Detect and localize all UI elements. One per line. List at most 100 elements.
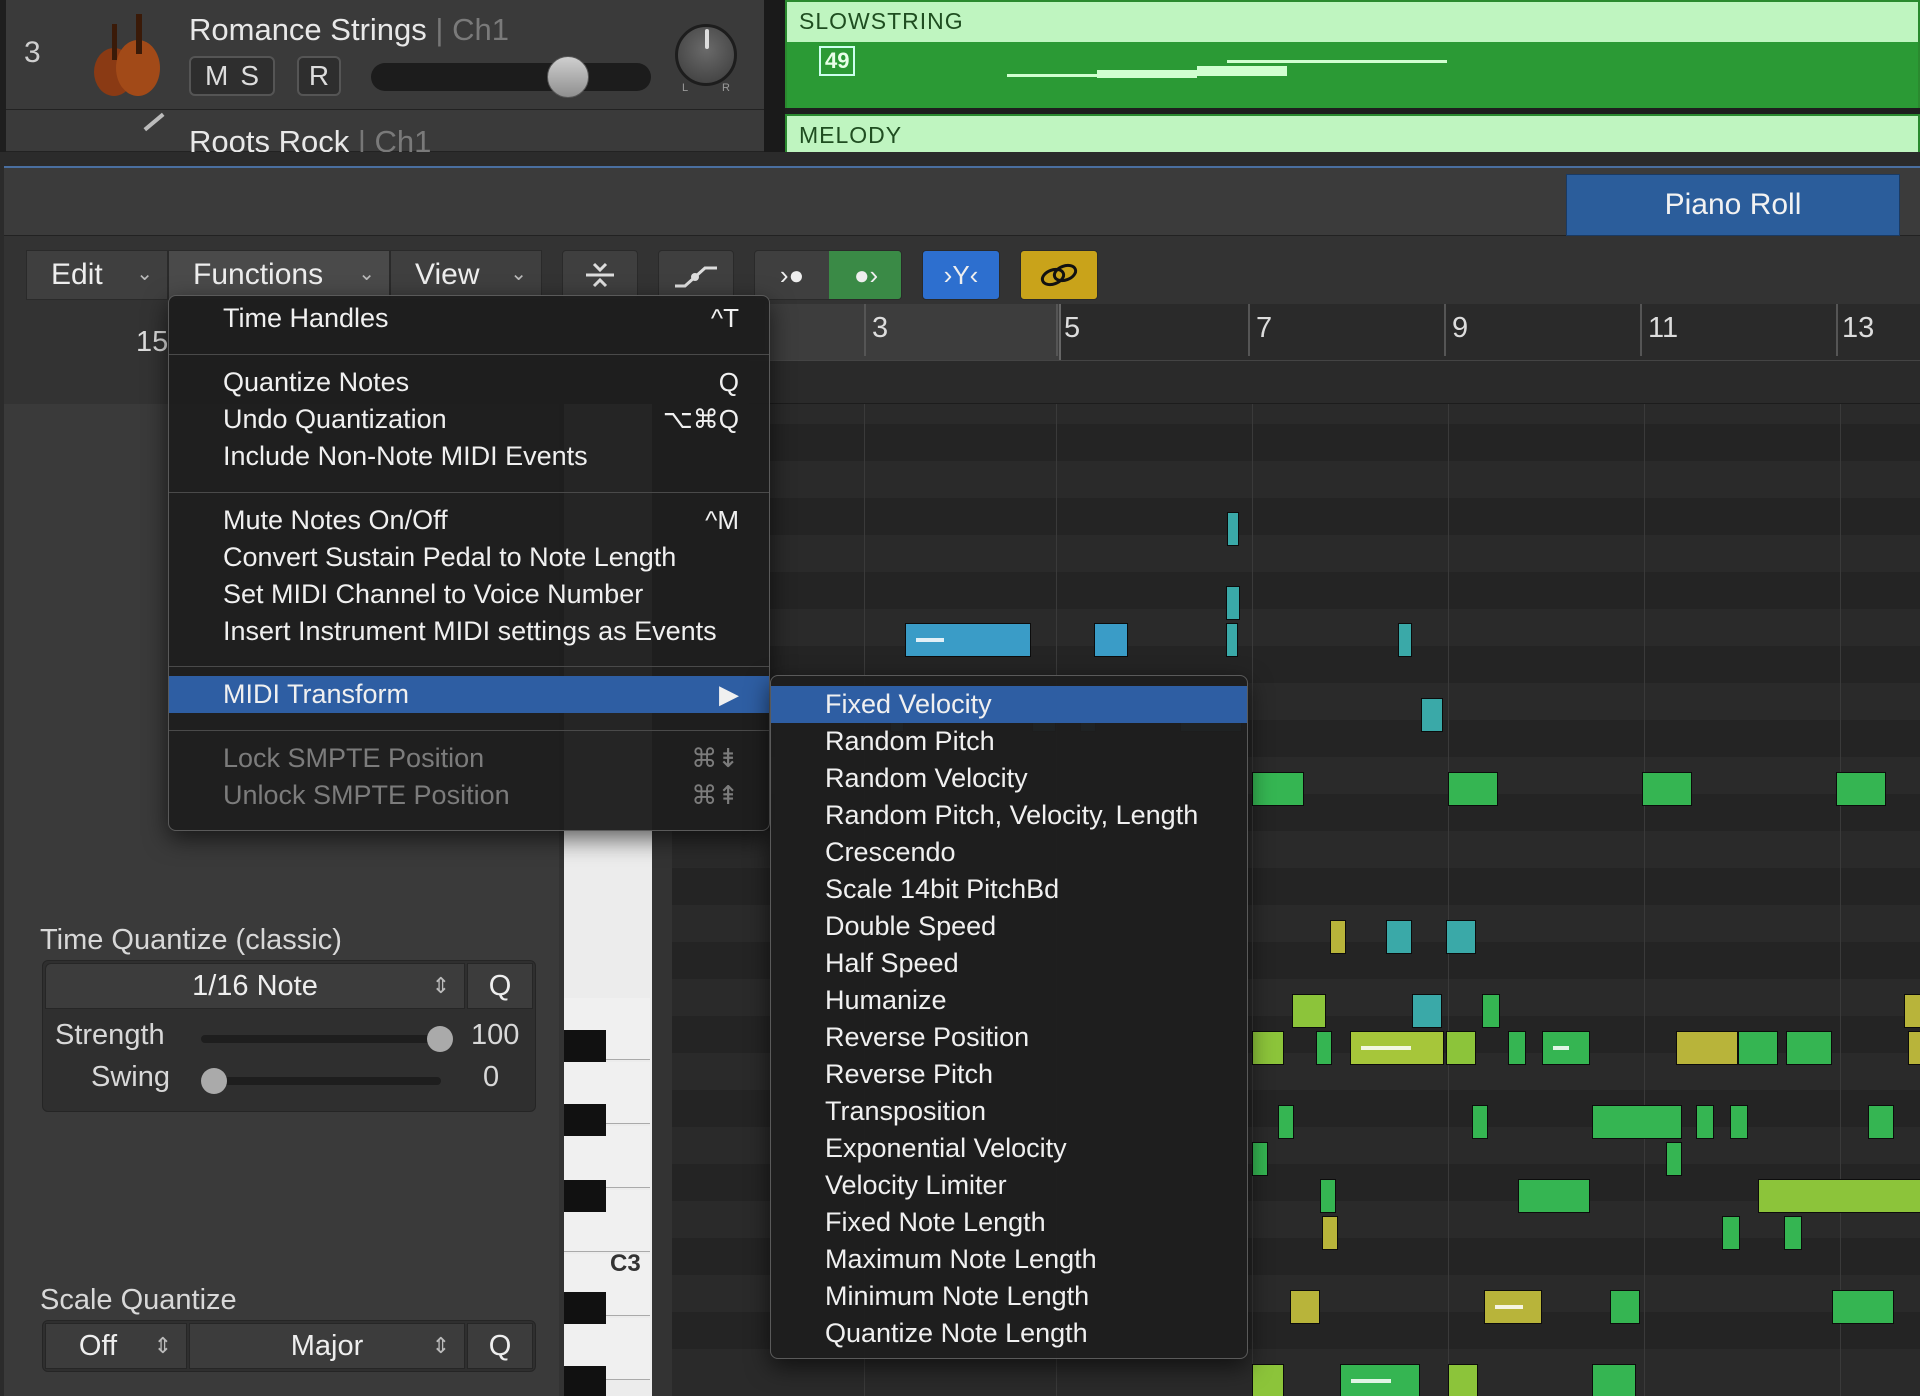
midi-note[interactable] (1472, 1105, 1488, 1139)
midi-note[interactable] (1226, 586, 1240, 620)
menu-item-minimum-note-length[interactable]: Minimum Note Length (771, 1278, 1247, 1315)
midi-note[interactable] (1350, 1031, 1444, 1065)
pan-knob[interactable] (675, 24, 737, 86)
cycle-region[interactable] (765, 304, 1061, 360)
midi-note[interactable] (1696, 1105, 1714, 1139)
strength-slider-knob[interactable] (427, 1026, 453, 1052)
black-key[interactable] (564, 1292, 606, 1324)
scale-root-select[interactable]: Off ⇕ (45, 1323, 187, 1369)
black-key[interactable] (564, 1030, 606, 1062)
midi-note[interactable] (1592, 1364, 1636, 1396)
menu-item-transposition[interactable]: Transposition (771, 1093, 1247, 1130)
strength-slider[interactable] (201, 1035, 441, 1043)
menu-item-crescendo[interactable]: Crescendo (771, 834, 1247, 871)
menu-item-maximum-note-length[interactable]: Maximum Note Length (771, 1241, 1247, 1278)
midi-note[interactable] (1592, 1105, 1682, 1139)
swing-slider-knob[interactable] (201, 1068, 227, 1094)
edit-menu-button[interactable]: Edit ⌄ (26, 250, 168, 300)
black-key[interactable] (564, 1180, 606, 1212)
menu-item-reverse-position[interactable]: Reverse Position (771, 1019, 1247, 1056)
midi-note[interactable] (1290, 1290, 1320, 1324)
menu-item-insert-instrument-midi-settings[interactable]: Insert Instrument MIDI settings as Event… (169, 613, 769, 650)
midi-note[interactable] (1322, 1216, 1338, 1250)
menu-item-half-speed[interactable]: Half Speed (771, 945, 1247, 982)
midi-note[interactable] (1508, 1031, 1526, 1065)
midi-note[interactable] (1252, 772, 1304, 806)
midi-note[interactable] (1421, 698, 1443, 732)
bar-ruler[interactable]: 3 5 7 9 11 13 (749, 304, 1920, 404)
menu-item-quantize-notes[interactable]: Quantize Notes Q (169, 364, 769, 401)
menu-item-set-midi-channel[interactable]: Set MIDI Channel to Voice Number (169, 576, 769, 613)
automation-curve-icon[interactable] (658, 250, 734, 300)
menu-item-humanize[interactable]: Humanize (771, 982, 1247, 1019)
midi-note[interactable] (1386, 920, 1412, 954)
midi-note[interactable] (1448, 772, 1498, 806)
menu-item-random-pitch[interactable]: Random Pitch (771, 723, 1247, 760)
swing-slider[interactable] (201, 1077, 441, 1085)
midi-note[interactable] (1676, 1031, 1738, 1065)
midi-note[interactable] (1412, 994, 1442, 1028)
midi-note[interactable] (1610, 1290, 1640, 1324)
midi-note[interactable] (1784, 1216, 1802, 1250)
midi-note[interactable] (1908, 1031, 1920, 1065)
menu-item-fixed-note-length[interactable]: Fixed Note Length (771, 1204, 1247, 1241)
midi-note[interactable] (1252, 1364, 1284, 1396)
catch-playhead-icon[interactable]: ›Y‹ (922, 250, 1000, 300)
menu-item-undo-quantization[interactable]: Undo Quantization ⌥⌘Q (169, 401, 769, 438)
midi-note[interactable] (1832, 1290, 1894, 1324)
volume-slider[interactable] (371, 63, 651, 91)
midi-note[interactable] (1666, 1142, 1682, 1176)
menu-item-exponential-velocity[interactable]: Exponential Velocity (771, 1130, 1247, 1167)
midi-note[interactable] (1226, 623, 1238, 657)
midi-note[interactable] (1446, 920, 1476, 954)
menu-item-scale-14bit-pitchbd[interactable]: Scale 14bit PitchBd (771, 871, 1247, 908)
black-key[interactable] (564, 1104, 606, 1136)
region-slowstring[interactable]: SLOWSTRING 49 (785, 0, 1920, 108)
menu-item-velocity-limiter[interactable]: Velocity Limiter (771, 1167, 1247, 1204)
midi-note[interactable] (905, 623, 1031, 657)
midi-note[interactable] (1446, 1031, 1476, 1065)
volume-slider-knob[interactable] (547, 56, 589, 98)
menu-item-time-handles[interactable]: Time Handles ^T (169, 300, 769, 337)
menu-item-random-pitch-velocity-length[interactable]: Random Pitch, Velocity, Length (771, 797, 1247, 834)
view-menu-button[interactable]: View ⌄ (390, 250, 542, 300)
midi-note[interactable] (1482, 994, 1500, 1028)
midi-note[interactable] (1786, 1031, 1832, 1065)
midi-note[interactable] (1484, 1290, 1542, 1324)
midi-note[interactable] (1094, 623, 1128, 657)
midi-in-palette-icon[interactable]: ›● (755, 251, 829, 299)
midi-note[interactable] (1227, 512, 1239, 546)
midi-note[interactable] (1836, 772, 1886, 806)
midi-note[interactable] (1316, 1031, 1332, 1065)
track-header-roots-rock[interactable]: Roots Rock | Ch1 (6, 110, 764, 152)
track-header-romance-strings[interactable]: 3 Romance Strings | Ch1 M S R L R (6, 0, 764, 110)
link-icon[interactable] (1020, 250, 1098, 300)
menu-item-reverse-pitch[interactable]: Reverse Pitch (771, 1056, 1247, 1093)
scale-quantize-q-button[interactable]: Q (467, 1323, 533, 1369)
midi-note[interactable] (1320, 1179, 1336, 1213)
midi-note[interactable] (1448, 1364, 1478, 1396)
midi-note[interactable] (1730, 1105, 1748, 1139)
menu-item-midi-transform[interactable]: MIDI Transform ▶ (169, 676, 769, 713)
mute-button[interactable]: M (205, 60, 240, 92)
menu-item-mute-notes[interactable]: Mute Notes On/Off ^M (169, 502, 769, 539)
menu-item-include-non-note-midi-events[interactable]: Include Non-Note MIDI Events (169, 438, 769, 475)
quantize-q-button[interactable]: Q (467, 963, 533, 1009)
menu-item-quantize-note-length[interactable]: Quantize Note Length (771, 1315, 1247, 1352)
scale-type-select[interactable]: Major ⇕ (189, 1323, 465, 1369)
midi-note[interactable] (1252, 1142, 1268, 1176)
midi-note[interactable] (1252, 1031, 1284, 1065)
midi-note[interactable] (1292, 994, 1326, 1028)
menu-item-fixed-velocity[interactable]: Fixed Velocity (771, 686, 1247, 723)
menu-item-convert-sustain-pedal[interactable]: Convert Sustain Pedal to Note Length (169, 539, 769, 576)
menu-item-random-velocity[interactable]: Random Velocity (771, 760, 1247, 797)
menu-item-double-speed[interactable]: Double Speed (771, 908, 1247, 945)
midi-note[interactable] (1340, 1364, 1420, 1396)
record-button[interactable]: R (297, 56, 341, 96)
midi-note[interactable] (1868, 1105, 1894, 1139)
solo-button[interactable]: S (240, 60, 259, 92)
midi-note[interactable] (1330, 920, 1346, 954)
midi-note[interactable] (1738, 1031, 1778, 1065)
midi-note[interactable] (1542, 1031, 1590, 1065)
midi-note[interactable] (1278, 1105, 1294, 1139)
